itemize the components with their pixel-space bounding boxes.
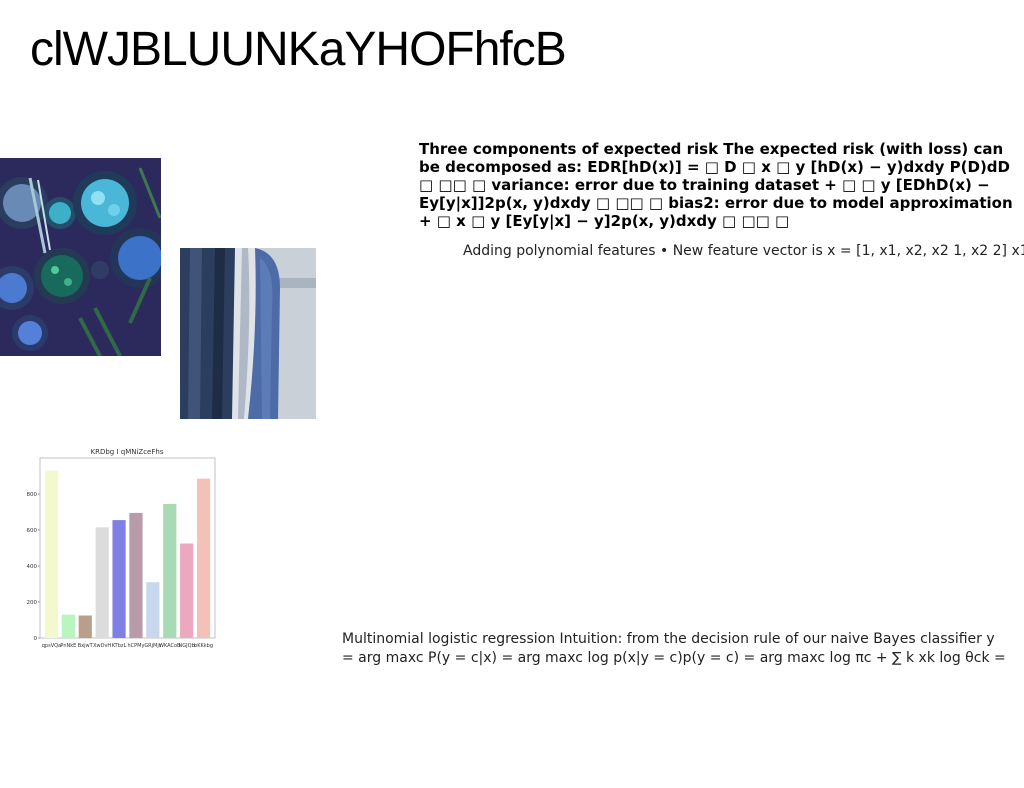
bar-GRjMjs bbox=[146, 582, 160, 638]
bar-BxjwT bbox=[78, 615, 92, 638]
bar-XwDvH bbox=[95, 527, 109, 638]
x-tick-label: bKKkbg bbox=[194, 643, 213, 649]
bar-hCPMy bbox=[129, 512, 143, 638]
bar-chart: KRDbg I qMNiZceFhs 0 200 400 600 800 qpsVQa P… bbox=[27, 448, 216, 649]
blue-drape-illustration bbox=[180, 248, 316, 419]
food-bowls-illustration bbox=[0, 158, 161, 356]
logistic-regression-caption: Multinomial logistic regression Intuitio… bbox=[342, 631, 1006, 666]
x-tick-label: KTbzL bbox=[112, 643, 127, 649]
slide-title: clWJBLUUNKaYHOFhfcB bbox=[30, 23, 567, 76]
x-tick-label: PnNkE bbox=[60, 643, 76, 649]
x-tick-label: BxjwT bbox=[78, 643, 94, 649]
x-tick-label: XwDvH bbox=[93, 643, 111, 649]
chart-title: KRDbg I qMNiZceFhs bbox=[91, 448, 164, 456]
expected-risk-text: Three components of expected risk The ex… bbox=[419, 140, 1013, 230]
bar-WKACoB bbox=[163, 503, 177, 638]
y-tick-label: 200 bbox=[27, 600, 38, 606]
x-tick-label: qpsVQa bbox=[42, 643, 61, 649]
bar-KTbzL bbox=[112, 520, 126, 638]
y-tick-label: 400 bbox=[27, 564, 38, 570]
bar-NGJQb bbox=[180, 543, 194, 638]
blue-drape-image bbox=[180, 248, 316, 419]
polynomial-features-caption: Adding polynomial features • New feature… bbox=[463, 243, 1024, 259]
x-tick-label: hCPMy bbox=[127, 643, 144, 649]
chart-bars bbox=[44, 470, 211, 638]
x-tick-label: NGJQb bbox=[179, 643, 195, 649]
bar-bKKkbg bbox=[196, 478, 211, 638]
chart-x-ticks: qpsVQa PnNkE BxjwT XwDvH KTbzL hCPMy GRjMjsWKA… bbox=[42, 643, 213, 649]
chart-y-ticks: 0 200 400 600 800 bbox=[27, 492, 40, 642]
bar-PnNkE bbox=[61, 614, 75, 638]
y-tick-label: 800 bbox=[27, 492, 38, 498]
y-tick-label: 600 bbox=[27, 528, 38, 534]
bar-qpsVQa bbox=[44, 470, 59, 638]
food-bowls-image bbox=[0, 158, 161, 356]
y-tick-label: 0 bbox=[34, 636, 38, 642]
